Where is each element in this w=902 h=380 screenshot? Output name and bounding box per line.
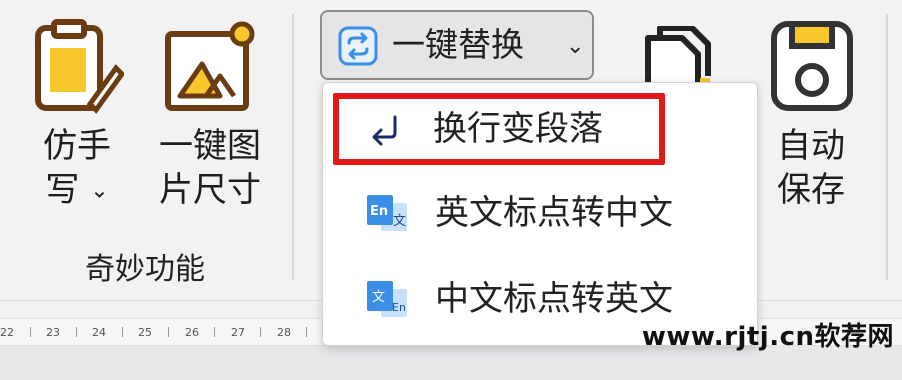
menu-item-en-to-zh-punctuation[interactable]: En 文 英文标点转中文 <box>335 179 743 247</box>
ruler-mark <box>260 327 261 337</box>
zh-icon-text: 文 <box>393 214 406 229</box>
en-to-zh-icon: En 文 <box>367 195 407 231</box>
image-size-button[interactable]: 一键图 片尺寸 <box>148 12 272 212</box>
menu-item-label: 换行变段落 <box>433 109 603 149</box>
ruler-mark <box>168 327 169 337</box>
document-icon <box>645 26 711 86</box>
ruler-tick: 24 <box>92 326 106 339</box>
replace-dropdown-menu: 换行变段落 En 文 英文标点转中文 文 En 中文标点转英文 <box>322 82 758 346</box>
watermark: www.rjtj.cn软荐网 <box>641 322 894 352</box>
ruler-tick: 25 <box>138 326 152 339</box>
chevron-down-icon: ⌄ <box>566 34 585 59</box>
imitate-handwriting-label-2: 写 <box>45 170 80 210</box>
ruler-mark <box>306 327 307 337</box>
return-arrow-icon <box>372 115 397 146</box>
en-icon-text: En <box>370 204 388 219</box>
group-divider-right <box>886 14 888 280</box>
clipboard-pen-icon <box>35 19 124 114</box>
auto-save-button[interactable]: 自动 保存 <box>764 12 858 212</box>
ruler-tick: 23 <box>46 326 60 339</box>
image-size-label-2: 片尺寸 <box>159 170 261 210</box>
image-icon <box>165 21 255 111</box>
ruler-mark <box>30 327 31 337</box>
imitate-handwriting-label-1: 仿手 <box>43 126 111 166</box>
menu-item-linebreak-to-paragraph[interactable]: 换行变段落 <box>333 93 665 165</box>
one-click-replace-label: 一键替换 <box>392 25 524 64</box>
ruler-mark <box>122 327 123 337</box>
zh-icon-text: 文 <box>372 290 385 305</box>
swap-arrows-icon <box>338 26 378 66</box>
group-label: 奇妙功能 <box>85 252 205 287</box>
imitate-handwriting-button[interactable]: 仿手 写 ⌄ <box>22 12 132 212</box>
zh-to-en-icon: 文 En <box>367 281 407 317</box>
image-size-label-1: 一键图 <box>159 126 261 166</box>
menu-item-label: 中文标点转英文 <box>435 279 673 319</box>
ruler-tick: 28 <box>277 326 291 339</box>
imitate-handwriting-label-2-wrap: 写 ⌄ <box>22 168 132 214</box>
chevron-down-icon[interactable]: ⌄ <box>90 179 108 204</box>
ruler-tick: 26 <box>185 326 199 339</box>
ruler-tick: 22 <box>0 326 14 339</box>
group-divider <box>292 14 294 280</box>
menu-item-label: 英文标点转中文 <box>435 193 673 233</box>
floppy-disk-icon <box>771 21 853 111</box>
ruler-mark <box>214 327 215 337</box>
one-click-replace-button[interactable]: 一键替换 ⌄ <box>320 10 594 80</box>
auto-save-label-2: 保存 <box>777 170 845 210</box>
en-icon-text: En <box>392 301 406 314</box>
ruler-mark <box>76 327 77 337</box>
ruler-tick: 27 <box>231 326 245 339</box>
auto-save-label-1: 自动 <box>777 126 845 166</box>
